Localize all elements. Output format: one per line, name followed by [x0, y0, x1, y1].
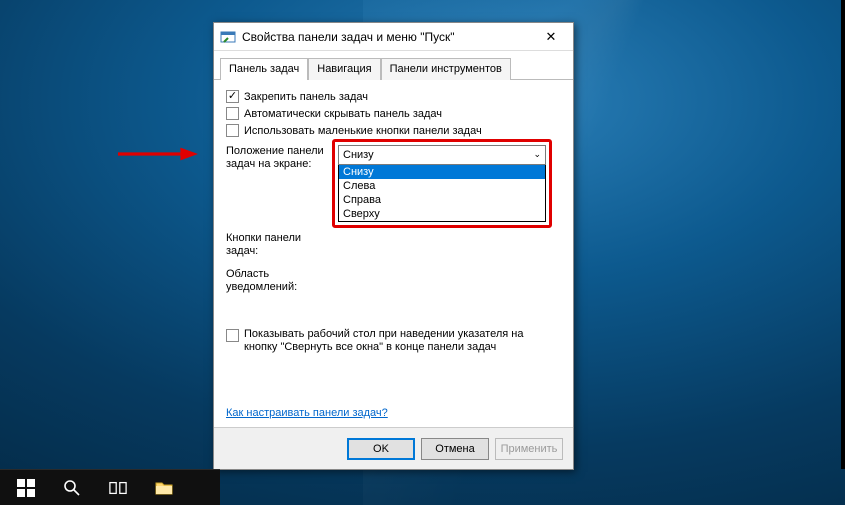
- checkbox-lock-taskbar[interactable]: Закрепить панель задач: [226, 90, 561, 103]
- ok-button[interactable]: OK: [347, 438, 415, 460]
- close-button[interactable]: ✕: [531, 24, 571, 50]
- tab-taskbar[interactable]: Панель задач: [220, 58, 308, 80]
- dialog-footer: OK Отмена Применить: [214, 427, 573, 469]
- dropdown-option[interactable]: Сверху: [339, 207, 545, 221]
- help-link-row: Как настраивать панели задач?: [226, 407, 388, 419]
- checkbox-icon: [226, 107, 239, 120]
- cancel-button[interactable]: Отмена: [421, 438, 489, 460]
- search-button[interactable]: [50, 470, 94, 505]
- checkbox-small-buttons[interactable]: Использовать маленькие кнопки панели зад…: [226, 124, 561, 137]
- dropdown-option[interactable]: Слева: [339, 179, 545, 193]
- position-label: Положение панели задач на экране:: [226, 145, 336, 171]
- tab-toolbars[interactable]: Панели инструментов: [381, 58, 511, 80]
- checkbox-label: Автоматически скрывать панель задач: [244, 108, 442, 120]
- position-dropdown-list: Снизу Слева Справа Сверху: [338, 165, 546, 222]
- search-icon: [63, 479, 81, 497]
- checkbox-peek-desktop[interactable]: Показывать рабочий стол при наведении ук…: [226, 328, 561, 354]
- dialog-body: Закрепить панель задач Автоматически скр…: [214, 80, 573, 427]
- crop-edge: [841, 0, 845, 469]
- file-explorer-button[interactable]: [142, 470, 186, 505]
- window-icon: [220, 29, 236, 45]
- combine-label: Кнопки панели задач:: [226, 232, 336, 258]
- desktop-background: Свойства панели задач и меню "Пуск" ✕ Па…: [0, 0, 845, 505]
- checkbox-icon: [226, 329, 239, 342]
- checkbox-label: Показывать рабочий стол при наведении ук…: [244, 328, 544, 354]
- tab-navigation[interactable]: Навигация: [308, 58, 380, 80]
- window-title: Свойства панели задач и меню "Пуск": [242, 30, 531, 44]
- position-dropdown-wrap: Снизу ⌄ Снизу Слева Справа Сверху: [338, 145, 546, 222]
- notification-row: Область уведомлений:: [226, 268, 561, 294]
- combobox-value: Снизу: [343, 149, 374, 161]
- dropdown-option[interactable]: Справа: [339, 193, 545, 207]
- help-link[interactable]: Как настраивать панели задач?: [226, 407, 388, 419]
- position-combobox[interactable]: Снизу ⌄: [338, 145, 546, 165]
- notification-label: Область уведомлений:: [226, 268, 336, 294]
- chevron-down-icon: ⌄: [533, 149, 541, 160]
- folder-icon: [155, 479, 173, 497]
- titlebar[interactable]: Свойства панели задач и меню "Пуск" ✕: [214, 23, 573, 51]
- annotation-arrow: [118, 146, 198, 162]
- checkbox-icon: [226, 90, 239, 103]
- dropdown-option[interactable]: Снизу: [339, 165, 545, 179]
- combine-row: Кнопки панели задач:: [226, 232, 561, 258]
- task-view-icon: [109, 479, 127, 497]
- position-row: Положение панели задач на экране: Снизу …: [226, 145, 561, 222]
- windows-logo-icon: [17, 479, 35, 497]
- apply-button: Применить: [495, 438, 563, 460]
- checkbox-icon: [226, 124, 239, 137]
- start-button[interactable]: [4, 470, 48, 505]
- taskbar-properties-dialog: Свойства панели задач и меню "Пуск" ✕ Па…: [213, 22, 574, 470]
- task-view-button[interactable]: [96, 470, 140, 505]
- checkbox-label: Закрепить панель задач: [244, 91, 368, 103]
- close-icon: ✕: [546, 30, 557, 43]
- checkbox-autohide[interactable]: Автоматически скрывать панель задач: [226, 107, 561, 120]
- taskbar[interactable]: [0, 469, 220, 505]
- checkbox-label: Использовать маленькие кнопки панели зад…: [244, 125, 482, 137]
- tab-strip: Панель задач Навигация Панели инструмент…: [214, 51, 573, 80]
